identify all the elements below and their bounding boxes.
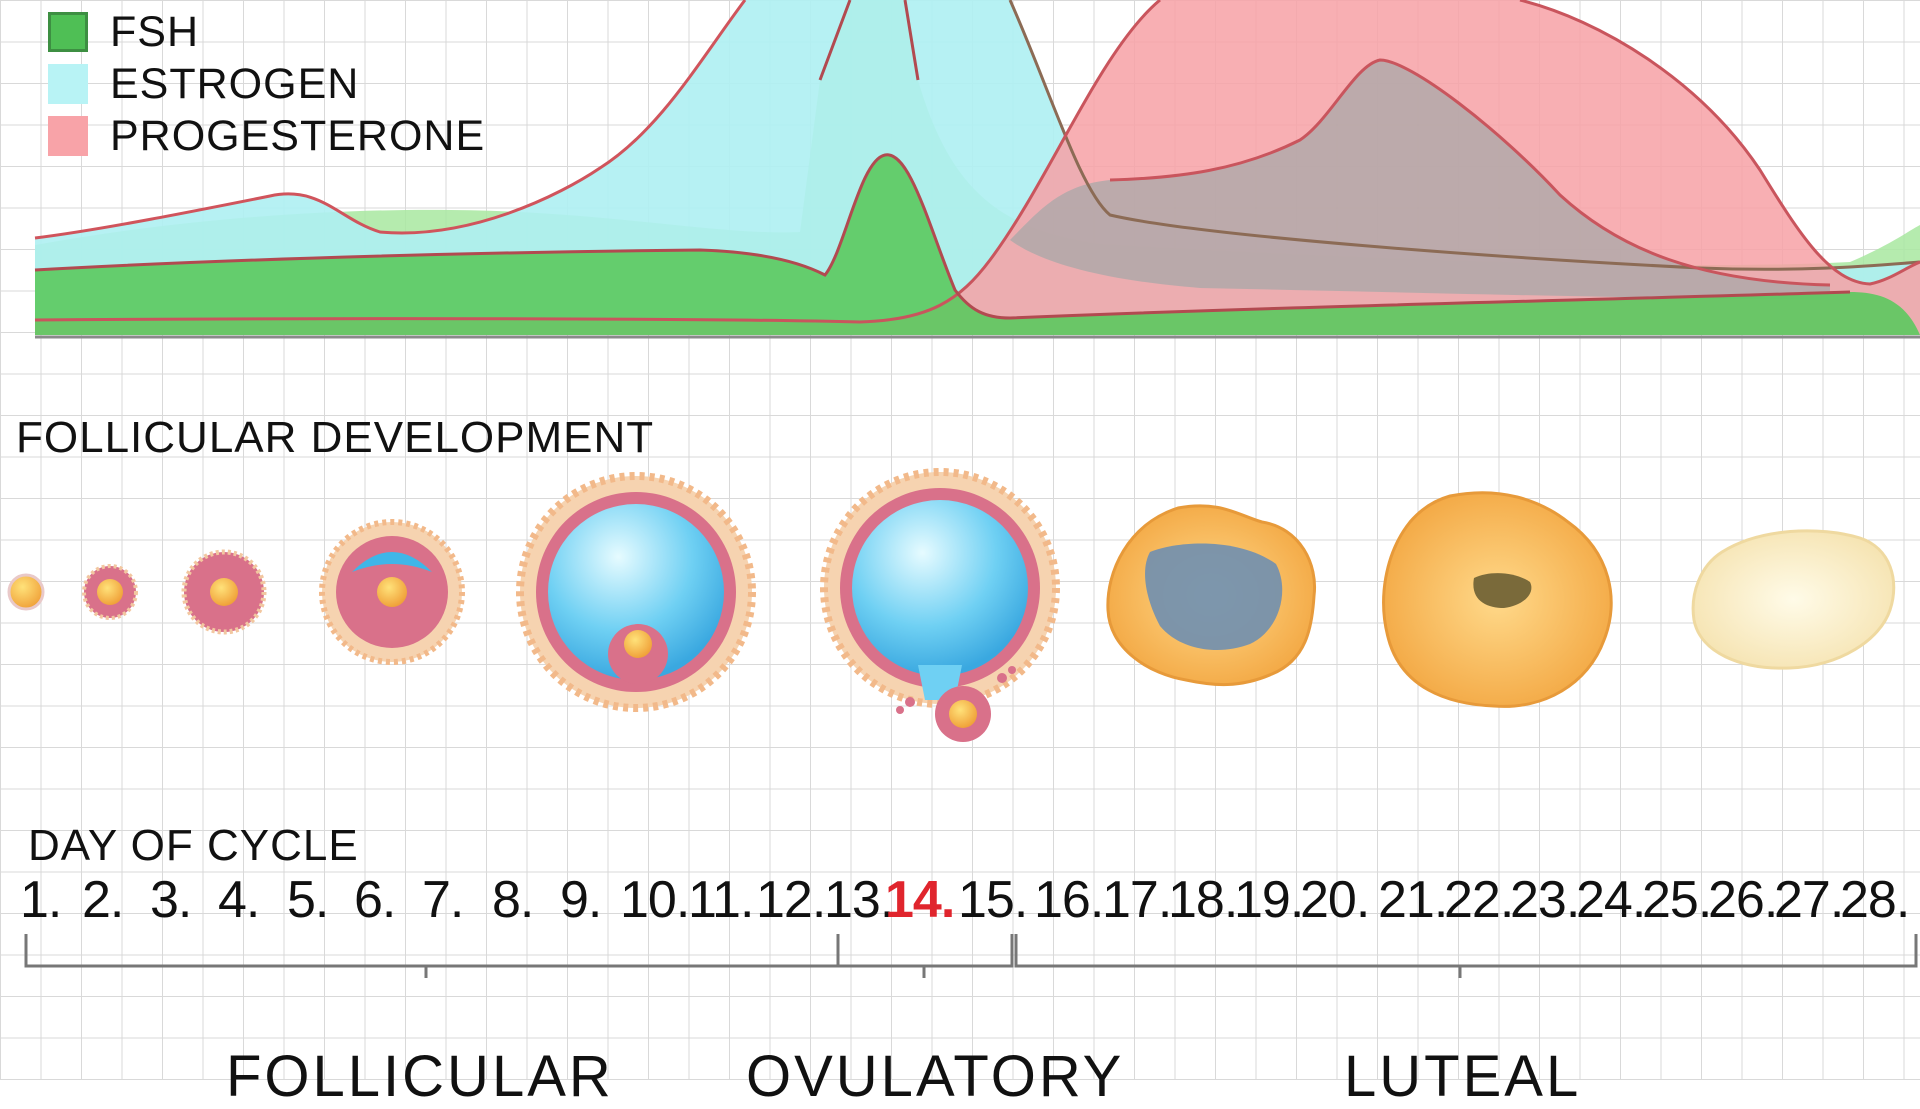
day-label: 19. — [1234, 871, 1304, 929]
day-label: 2. — [82, 871, 124, 929]
day-label: 24. — [1576, 871, 1646, 929]
day-label: 9. — [560, 871, 602, 929]
day-label: 4. — [218, 871, 260, 929]
progesterone-swatch — [48, 116, 88, 156]
day-label: 1. — [20, 871, 62, 929]
day-label: 22. — [1444, 871, 1514, 929]
corpus-albicans — [1691, 529, 1896, 670]
day-label: 28. — [1840, 871, 1910, 929]
phase-label-luteal: LUTEAL — [1344, 1044, 1582, 1109]
day-of-cycle-title: DAY OF CYCLE — [28, 821, 359, 870]
primary-follicle — [82, 564, 138, 620]
estrogen-swatch — [48, 64, 88, 104]
primordial-follicle — [7, 573, 45, 611]
legend-item-fsh: FSH — [48, 6, 485, 58]
secondary-follicle-early — [181, 549, 267, 635]
legend-item-progesterone: PROGESTERONE — [48, 110, 485, 162]
day-label: 23. — [1510, 871, 1580, 929]
day-label: 10. — [620, 871, 690, 929]
day-label: 21. — [1378, 871, 1448, 929]
day-label: 6. — [354, 871, 396, 929]
day-label: 26. — [1708, 871, 1778, 929]
day-label: 17. — [1102, 871, 1172, 929]
day-label: 18. — [1168, 871, 1238, 929]
day-label: 15. — [958, 871, 1028, 929]
phase-brackets — [24, 934, 1918, 978]
day-label: 27. — [1774, 871, 1844, 929]
ovulation — [820, 468, 1060, 742]
follicle-stages — [7, 468, 1896, 742]
corpus-luteum-early — [1106, 504, 1317, 687]
follicular-development-title: FOLLICULAR DEVELOPMENT — [16, 413, 655, 462]
day-label: 16. — [1034, 871, 1104, 929]
luteal-bracket — [1014, 934, 1918, 978]
fsh-swatch — [48, 12, 88, 52]
corpus-luteum — [1382, 491, 1613, 708]
legend: FSH ESTROGEN PROGESTERONE — [48, 6, 485, 162]
day-label: 20. — [1300, 871, 1370, 929]
day-label: 3. — [150, 871, 192, 929]
day-label: 5. — [287, 871, 329, 929]
day-label-highlighted: 14. — [885, 871, 955, 929]
day-label: 13. — [824, 871, 894, 929]
phase-label-ovulatory: OVULATORY — [746, 1044, 1125, 1109]
legend-label: ESTROGEN — [110, 59, 360, 108]
antral-follicle — [516, 472, 756, 712]
day-label: 25. — [1642, 871, 1712, 929]
legend-item-estrogen: ESTROGEN — [48, 58, 485, 110]
day-label: 12. — [756, 871, 826, 929]
day-label: 8. — [492, 871, 534, 929]
ovulatory-bracket — [838, 934, 1014, 978]
day-label: 11. — [688, 871, 754, 929]
phase-label-follicular: FOLLICULAR — [226, 1044, 614, 1109]
legend-label: FSH — [110, 7, 199, 56]
follicular-bracket — [24, 934, 840, 978]
legend-label: PROGESTERONE — [110, 111, 486, 160]
day-label: 7. — [422, 871, 464, 929]
secondary-follicle — [319, 519, 465, 665]
